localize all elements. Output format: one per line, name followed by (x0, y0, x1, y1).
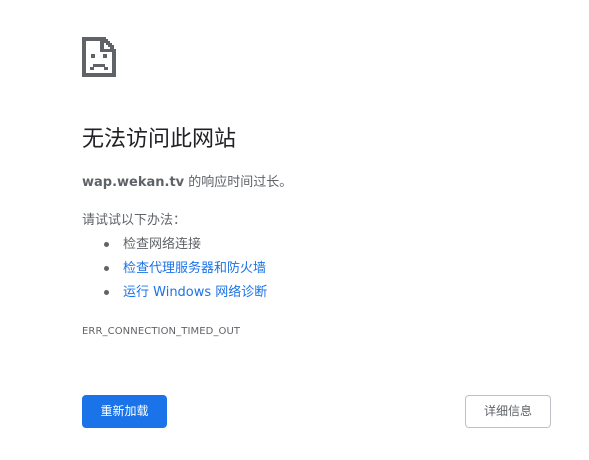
bullet-icon (104, 290, 109, 295)
suggestion-label: 检查网络连接 (123, 237, 202, 252)
error-message: 的响应时间过长。 (184, 175, 293, 190)
site-domain: wap.wekan.tv (82, 175, 185, 190)
error-page: 无法访问此网站 wap.wekan.tv 的响应时间过长。 请试试以下办法： 检… (0, 0, 589, 460)
sad-page-icon (82, 37, 116, 77)
reload-button[interactable]: 重新加载 (82, 395, 167, 428)
error-summary: wap.wekan.tv 的响应时间过长。 (82, 174, 292, 192)
bullet-icon (104, 242, 109, 247)
suggestion-run-network-diagnostics[interactable]: 运行 Windows 网络诊断 (82, 283, 267, 307)
page-title: 无法访问此网站 (82, 127, 237, 152)
error-code: ERR_CONNECTION_TIMED_OUT (82, 326, 241, 337)
run-network-diagnostics-link[interactable]: 运行 Windows 网络诊断 (123, 285, 267, 300)
details-button[interactable]: 详细信息 (465, 395, 551, 428)
suggestions-heading: 请试试以下办法： (82, 213, 187, 228)
suggestion-check-network: 检查网络连接 (82, 235, 267, 259)
suggestions-list: 检查网络连接 检查代理服务器和防火墙 运行 Windows 网络诊断 (82, 235, 267, 307)
suggestion-check-proxy-firewall[interactable]: 检查代理服务器和防火墙 (82, 259, 267, 283)
check-proxy-firewall-link[interactable]: 检查代理服务器和防火墙 (123, 261, 266, 276)
bullet-icon (104, 266, 109, 271)
